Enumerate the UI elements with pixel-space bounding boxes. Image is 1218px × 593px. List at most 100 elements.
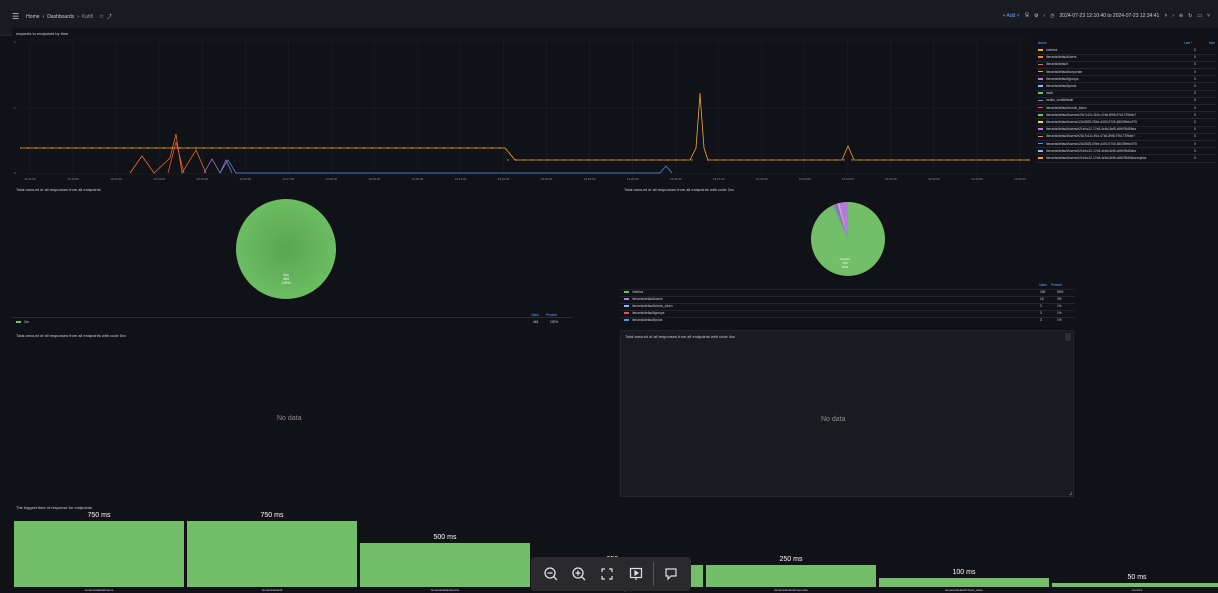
bar-category-label: /tenants/default: [261, 588, 283, 592]
comment-icon[interactable]: [660, 563, 682, 585]
series-metrics-point: [355, 147, 357, 149]
chevron-right-icon[interactable]: ›: [1172, 13, 1174, 19]
legend-item[interactable]: /tenants/default/corporate: [1038, 70, 1082, 74]
legend-percent: 94%: [1057, 290, 1064, 294]
legend-item[interactable]: /tenants/default/users: [624, 297, 662, 301]
legend-label: 2xx: [24, 320, 29, 324]
series-metrics-point: [859, 159, 861, 161]
legend-item[interactable]: /tenants/default/users/e23c7c12c-ff1d-47…: [1038, 134, 1135, 138]
code-5xx-panel: Total amount of all responses from all e…: [12, 330, 572, 495]
bar[interactable]: [14, 521, 184, 587]
legend-item[interactable]: /tenants/default/users/e21efcc12-17e8-4e…: [1038, 127, 1136, 131]
legend-last-value: 0: [1194, 84, 1196, 88]
zoom-out-icon[interactable]: [540, 563, 562, 585]
series-metrics-point: [923, 159, 925, 161]
series-metrics-point: [731, 159, 733, 161]
legend-divider: [1036, 132, 1216, 134]
zoom-in-icon[interactable]: [568, 563, 590, 585]
series-metrics-point: [995, 159, 997, 161]
legend-swatch: [1038, 128, 1043, 130]
legend-last-value: 0: [1194, 134, 1196, 139]
legend-item[interactable]: /tenants/default/users/c23c5525-09be-445…: [1038, 142, 1137, 146]
legend-item[interactable]: /tenants/default/groups: [1038, 77, 1078, 81]
bar[interactable]: [879, 578, 1049, 587]
legend-item[interactable]: /tenants/default/check_token: [1038, 106, 1087, 110]
breadcrumb-dashboards[interactable]: Dashboards: [47, 14, 74, 20]
breadcrumb-dashboard: Kafdl: [81, 13, 94, 20]
legend-item[interactable]: /tenants/default: [1038, 62, 1068, 66]
legend-item[interactable]: /tenants/default/users: [1038, 55, 1076, 59]
save-icon[interactable]: 🖫: [1025, 12, 1029, 20]
bar-category-label: /tenants/default/posts: [430, 588, 460, 592]
add-button[interactable]: + Add ˅: [1002, 13, 1019, 19]
series-metrics-point: [803, 159, 805, 161]
legend-header-value[interactable]: Value: [1039, 283, 1047, 287]
legend-item[interactable]: /tenants/default/groups: [624, 311, 664, 315]
menu-icon[interactable]: ☰: [12, 12, 19, 21]
breadcrumb-home[interactable]: Home: [26, 14, 39, 20]
bar[interactable]: [360, 543, 530, 587]
resize-handle[interactable]: [1069, 492, 1072, 495]
share-icon[interactable]: ⤴: [107, 13, 112, 20]
series-metrics-point: [59, 147, 61, 149]
chevron-left-icon[interactable]: ‹: [1043, 13, 1045, 19]
zoom-out-time-icon[interactable]: ⊖: [1179, 13, 1183, 19]
series-metrics-point: [387, 147, 389, 149]
legend-item[interactable]: /tenants/default/posts: [624, 318, 662, 322]
chevron-down-icon[interactable]: ˅: [1164, 13, 1167, 19]
series-metrics-point: [651, 159, 653, 161]
y-tick: 1: [14, 106, 16, 110]
legend-last-value: 0: [1194, 112, 1196, 117]
chevron-down-icon[interactable]: ˅: [1207, 13, 1210, 19]
bar[interactable]: [706, 565, 876, 587]
series-metrics-point: [27, 147, 29, 149]
legend-item[interactable]: /metrics: [624, 290, 643, 294]
legend-divider: [620, 288, 1075, 289]
legend-item[interactable]: /redoc_conf/default: [1038, 98, 1073, 102]
time-range-picker[interactable]: 2024-07-23 12:10:40 to 2024-07-23 12:34:…: [1060, 13, 1160, 19]
series-metrics-point: [507, 159, 509, 161]
bar[interactable]: [187, 521, 357, 587]
legend-item[interactable]: /tenants/default/posts: [1038, 84, 1076, 88]
series-metrics-point: [851, 159, 853, 161]
legend-label: /tenants/default/users/c22c5525-09be-445…: [1046, 120, 1137, 124]
legend-item[interactable]: /auth: [1038, 91, 1053, 95]
legend-item[interactable]: /tenants/default/users/c22c5525-09be-445…: [1038, 120, 1137, 124]
x-tick: 13:24:00: [584, 177, 596, 181]
legend-item[interactable]: /tenants/default/users/e21efcc12-17e8-4e…: [1038, 156, 1146, 160]
gear-icon[interactable]: ⚙: [1034, 13, 1038, 19]
series-metrics-point: [691, 159, 693, 161]
legend-item[interactable]: /tenants/default/users/e23c7c12c-f10e-47…: [1038, 113, 1136, 117]
bar[interactable]: [1052, 582, 1218, 587]
series-metrics-point: [595, 159, 597, 161]
series-metrics-point: [939, 159, 941, 161]
legend-label: /tenants/default/groups: [1046, 76, 1079, 81]
pie-all-chart: 2xx 463 100%: [236, 199, 336, 299]
legend-item[interactable]: /tenants/default/users/e21efcc12-17e8-4e…: [1038, 149, 1136, 153]
legend-header-percent[interactable]: Percent: [1051, 283, 1062, 287]
series-metrics-point: [203, 147, 205, 149]
panel-menu-icon[interactable]: [1065, 333, 1071, 341]
tv-mode-icon[interactable]: ▭: [1197, 13, 1202, 19]
fit-screen-icon[interactable]: [596, 563, 618, 585]
legend-header-name[interactable]: Name: [1038, 41, 1047, 45]
legend-item[interactable]: /tenants/default/check_token: [624, 304, 673, 308]
legend-swatch: [1038, 56, 1043, 58]
legend-header-max[interactable]: Max: [1209, 41, 1215, 45]
x-tick: 13:33:00: [971, 177, 983, 181]
series-metrics-point: [875, 159, 877, 161]
series-metrics-point: [683, 159, 685, 161]
legend-divider: [1036, 104, 1216, 105]
legend-item[interactable]: /metrics: [1038, 48, 1057, 52]
series-metrics-point: [787, 159, 789, 161]
refresh-icon[interactable]: ↻: [1188, 13, 1192, 19]
star-icon[interactable]: ☆: [99, 14, 103, 20]
legend-divider: [1036, 60, 1216, 62]
legend-last-value: 0: [1194, 141, 1196, 146]
legend-header-last[interactable]: Last *: [1184, 41, 1192, 45]
legend-divider: [1036, 118, 1216, 119]
legend-item[interactable]: 2xx: [16, 320, 29, 324]
y-tick: 0: [14, 171, 16, 175]
present-icon[interactable]: [625, 563, 647, 585]
series-metrics-point: [419, 147, 421, 149]
